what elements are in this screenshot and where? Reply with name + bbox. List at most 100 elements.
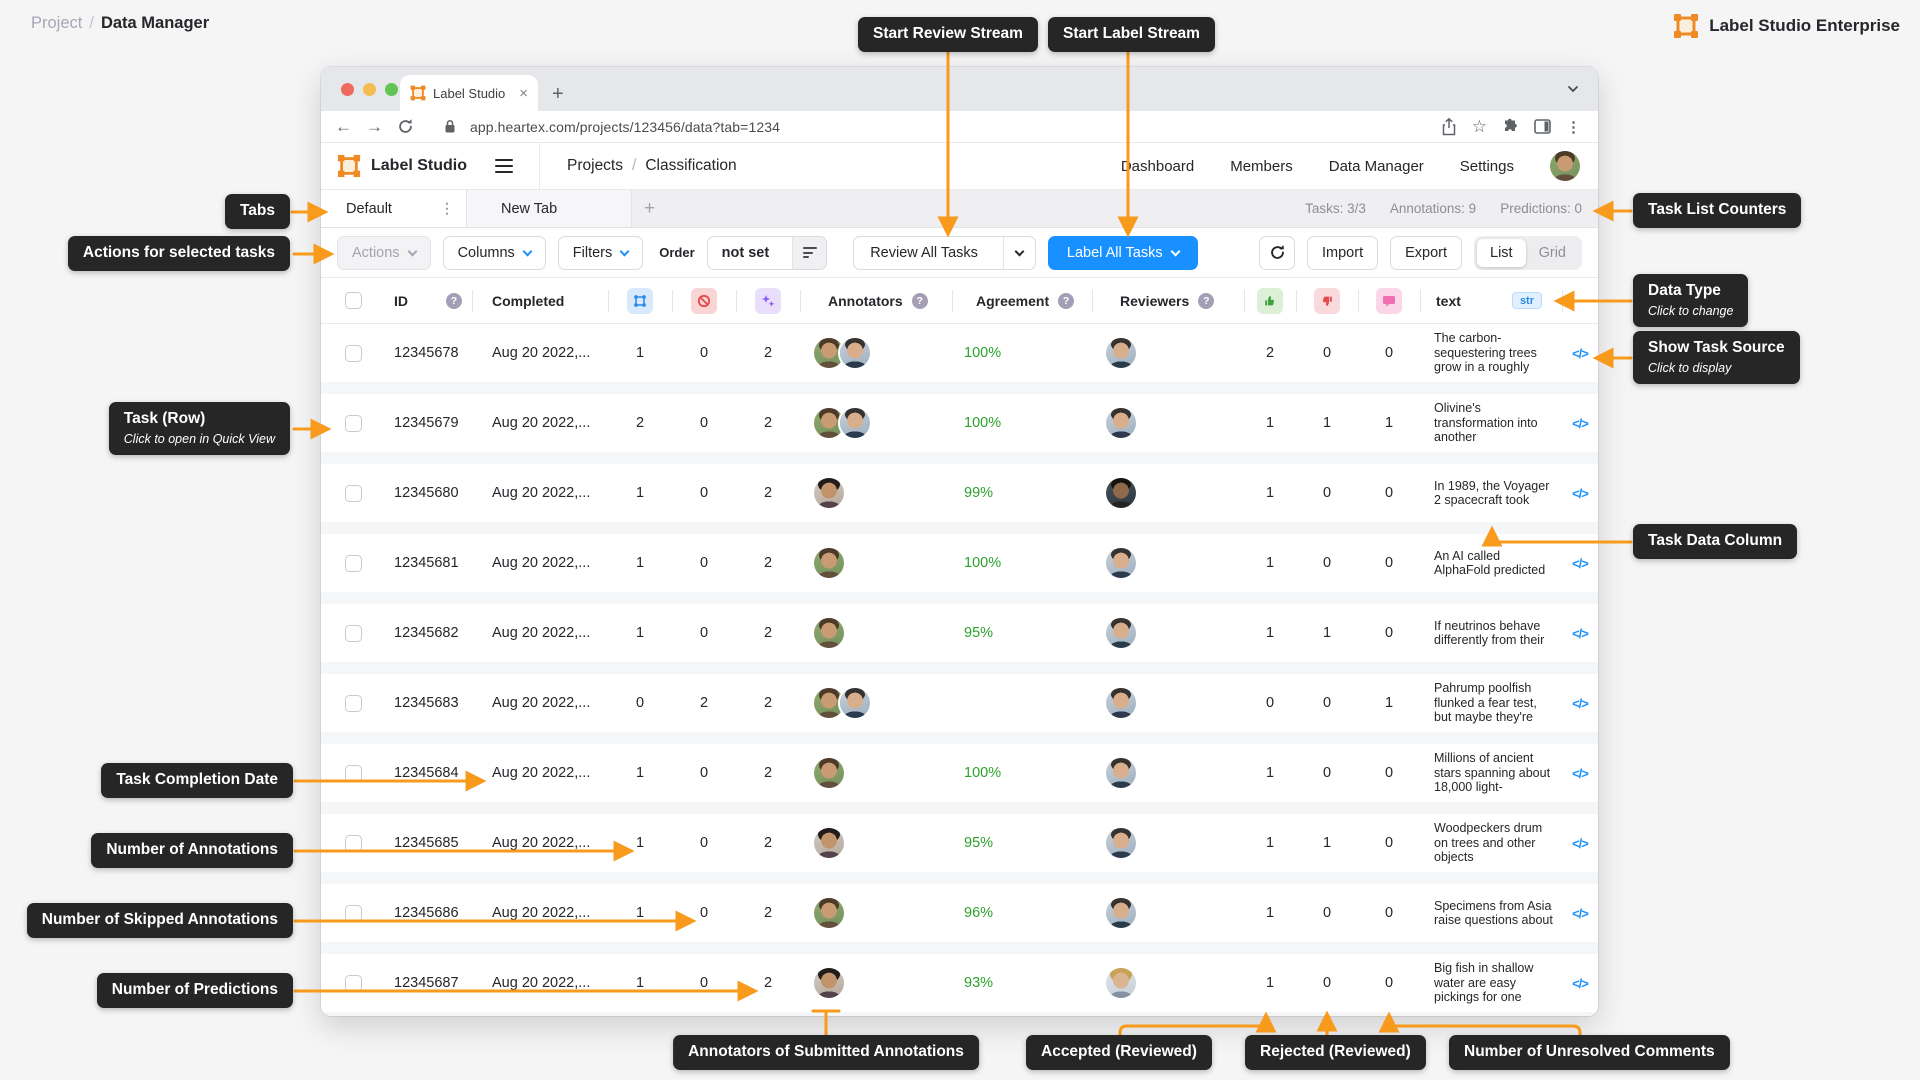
table-row[interactable]: 12345687 Aug 20 2022,... 1 0 2 93% 1 0 0… xyxy=(321,954,1598,1016)
column-header-completed[interactable]: Completed xyxy=(472,278,608,323)
row-checkbox[interactable] xyxy=(345,975,362,992)
review-all-tasks-button[interactable]: Review All Tasks xyxy=(853,236,1036,270)
show-source-icon[interactable]: </> xyxy=(1572,766,1588,781)
label-all-tasks-button[interactable]: Label All Tasks xyxy=(1048,236,1198,270)
column-header-annotators[interactable]: Annotators? xyxy=(800,278,952,323)
column-header-comments[interactable] xyxy=(1358,278,1420,323)
tab-options-icon[interactable]: ⋮ xyxy=(440,200,454,217)
table-row[interactable]: 12345686 Aug 20 2022,... 1 0 2 96% 1 0 0… xyxy=(321,884,1598,954)
row-checkbox[interactable] xyxy=(345,695,362,712)
sort-order-icon[interactable] xyxy=(792,237,826,269)
show-source-icon[interactable]: </> xyxy=(1572,556,1588,571)
column-header-accepted[interactable] xyxy=(1244,278,1296,323)
new-tab-button[interactable]: + xyxy=(552,84,564,104)
export-button[interactable]: Export xyxy=(1390,236,1462,270)
row-checkbox[interactable] xyxy=(345,345,362,362)
review-dropdown-chevron-icon[interactable] xyxy=(1003,237,1035,269)
table-row[interactable]: 12345680 Aug 20 2022,... 1 0 2 99% 1 0 0… xyxy=(321,464,1598,534)
task-completed-date: Aug 20 2022,... xyxy=(472,744,608,802)
import-button[interactable]: Import xyxy=(1307,236,1378,270)
column-header-reviewers[interactable]: Reviewers? xyxy=(1092,278,1244,323)
browser-menu-icon[interactable]: ⋮ xyxy=(1566,118,1582,136)
column-header-agreement[interactable]: Agreement? xyxy=(952,278,1092,323)
zoom-window-button[interactable] xyxy=(385,83,398,96)
annotations-count: 2 xyxy=(608,394,672,452)
extensions-icon[interactable] xyxy=(1502,118,1519,135)
row-checkbox[interactable] xyxy=(345,485,362,502)
show-source-icon[interactable]: </> xyxy=(1572,906,1588,921)
row-checkbox[interactable] xyxy=(345,625,362,642)
breadcrumb-projects[interactable]: Projects xyxy=(567,157,623,174)
table-row[interactable]: 12345681 Aug 20 2022,... 1 0 2 100% 1 0 … xyxy=(321,534,1598,604)
reload-icon[interactable] xyxy=(397,118,414,135)
share-icon[interactable] xyxy=(1441,118,1457,136)
help-icon[interactable]: ? xyxy=(1198,293,1214,309)
list-view-button[interactable]: List xyxy=(1477,239,1526,267)
bookmark-star-icon[interactable]: ☆ xyxy=(1472,117,1487,137)
table-row[interactable]: 12345679 Aug 20 2022,... 2 0 2 100% 1 1 … xyxy=(321,394,1598,464)
add-tab-icon[interactable]: + xyxy=(644,198,655,220)
back-icon[interactable]: ← xyxy=(335,118,352,135)
data-type-badge[interactable]: str xyxy=(1512,292,1542,309)
close-window-button[interactable] xyxy=(341,83,354,96)
label-dropdown-chevron-icon[interactable] xyxy=(1170,246,1180,256)
nav-data-manager[interactable]: Data Manager xyxy=(1329,158,1424,175)
help-icon[interactable]: ? xyxy=(1058,293,1074,309)
forward-icon[interactable]: → xyxy=(366,118,383,135)
show-source-icon[interactable]: </> xyxy=(1572,836,1588,851)
table-row[interactable]: 12345683 Aug 20 2022,... 0 2 2 0 0 1 Pah… xyxy=(321,674,1598,744)
show-source-icon[interactable]: </> xyxy=(1572,346,1588,361)
column-header-annotations[interactable] xyxy=(608,278,672,323)
reviewers-header-label: Reviewers xyxy=(1120,293,1189,309)
select-all-checkbox[interactable] xyxy=(345,292,362,309)
grid-view-button[interactable]: Grid xyxy=(1526,239,1579,267)
label-studio-logo-icon[interactable] xyxy=(337,154,361,178)
accepted-count: 1 xyxy=(1244,534,1296,592)
refresh-button[interactable] xyxy=(1259,236,1295,270)
avatar-av1 xyxy=(814,618,844,648)
agreement-value: 100% xyxy=(952,324,1092,382)
nav-members[interactable]: Members xyxy=(1230,158,1293,175)
side-panel-icon[interactable] xyxy=(1534,119,1551,134)
show-source-icon[interactable]: </> xyxy=(1572,626,1588,641)
nav-dashboard[interactable]: Dashboard xyxy=(1121,158,1194,175)
row-checkbox[interactable] xyxy=(345,765,362,782)
show-source-icon[interactable]: </> xyxy=(1572,976,1588,991)
task-text: Big fish in shallow water are easy picki… xyxy=(1420,954,1562,1012)
column-header-rejected[interactable] xyxy=(1296,278,1358,323)
tab-overview-chevron-icon[interactable] xyxy=(1566,83,1580,95)
url-text[interactable]: app.heartex.com/projects/123456/data?tab… xyxy=(470,119,780,135)
table-row[interactable]: 12345684 Aug 20 2022,... 1 0 2 100% 1 0 … xyxy=(321,744,1598,814)
user-avatar[interactable] xyxy=(1550,151,1580,181)
tab-new-tab[interactable]: New Tab xyxy=(467,190,632,227)
close-tab-icon[interactable]: × xyxy=(519,86,528,101)
help-icon[interactable]: ? xyxy=(912,293,928,309)
column-header-predictions[interactable] xyxy=(736,278,800,323)
column-header-id[interactable]: ID ? xyxy=(373,278,472,323)
columns-button[interactable]: Columns xyxy=(443,236,546,270)
nav-settings[interactable]: Settings xyxy=(1460,158,1514,175)
browser-tab[interactable]: Label Studio × xyxy=(400,75,538,111)
breadcrumb-parent[interactable]: Project xyxy=(31,14,82,32)
row-checkbox[interactable] xyxy=(345,415,362,432)
table-row[interactable]: 12345678 Aug 20 2022,... 1 0 2 100% 2 0 … xyxy=(321,324,1598,394)
show-source-icon[interactable]: </> xyxy=(1572,696,1588,711)
breadcrumb-project-name: Classification xyxy=(645,157,736,174)
callout-number-of-skipped-annotations: Number of Skipped Annotations xyxy=(27,903,293,938)
column-header-skipped[interactable] xyxy=(672,278,736,323)
column-header-text[interactable]: text str xyxy=(1420,278,1562,323)
row-checkbox[interactable] xyxy=(345,905,362,922)
row-checkbox[interactable] xyxy=(345,835,362,852)
row-checkbox[interactable] xyxy=(345,555,362,572)
table-row[interactable]: 12345682 Aug 20 2022,... 1 0 2 95% 1 1 0… xyxy=(321,604,1598,674)
filters-button[interactable]: Filters xyxy=(558,236,643,270)
show-source-icon[interactable]: </> xyxy=(1572,416,1588,431)
order-button[interactable]: not set xyxy=(707,236,828,270)
show-source-icon[interactable]: </> xyxy=(1572,486,1588,501)
help-icon[interactable]: ? xyxy=(446,293,462,309)
minimize-window-button[interactable] xyxy=(363,83,376,96)
actions-button[interactable]: Actions xyxy=(337,236,431,270)
table-row[interactable]: 12345685 Aug 20 2022,... 1 0 2 95% 1 1 0… xyxy=(321,814,1598,884)
tab-default[interactable]: Default ⋮ xyxy=(321,190,467,227)
menu-hamburger-icon[interactable] xyxy=(495,159,513,173)
